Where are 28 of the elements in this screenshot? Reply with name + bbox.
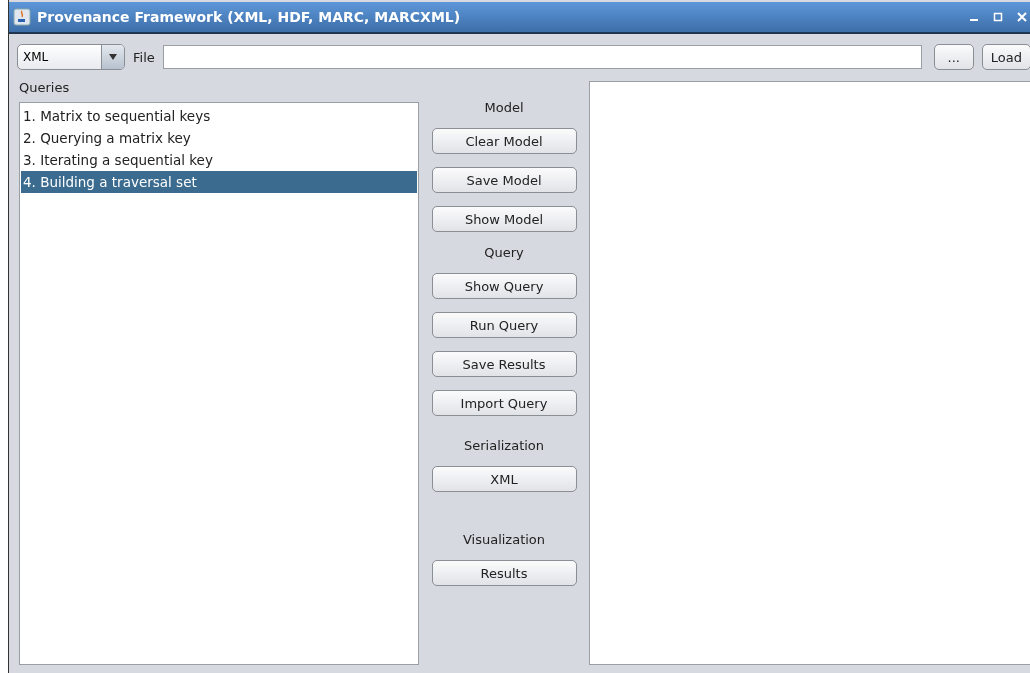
action-button[interactable]: Save Results [431, 351, 577, 377]
query-item[interactable]: 1. Matrix to sequential keys [21, 105, 417, 127]
file-field[interactable] [162, 45, 922, 69]
window-title: Provenance Framework (XML, HDF, MARC, MARCXML) [37, 9, 462, 25]
query-item[interactable]: 2. Querying a matrix key [21, 127, 417, 149]
action-button[interactable]: Show Query [431, 273, 577, 299]
maximize-icon[interactable] [993, 12, 1003, 22]
section-heading: Query [484, 245, 524, 260]
action-button[interactable]: Save Model [431, 167, 577, 193]
action-button[interactable]: Run Query [431, 312, 577, 338]
section-heading: Model [484, 100, 524, 115]
section-heading: Serialization [463, 438, 545, 453]
action-button[interactable]: XML [431, 466, 577, 492]
queries-label: Queries [19, 80, 71, 95]
caret-icon [109, 54, 117, 60]
file-label: File [133, 49, 155, 65]
load-button[interactable]: Load [981, 44, 1030, 70]
app-icon [13, 8, 31, 26]
action-button[interactable]: Import Query [431, 390, 577, 416]
action-button[interactable]: Show Model [431, 206, 577, 232]
action-button[interactable]: Results [431, 560, 577, 586]
action-button[interactable]: Clear Model [431, 128, 577, 154]
query-item[interactable]: 3. Iterating a sequential key [21, 149, 417, 171]
browse-button[interactable]: ... [933, 44, 974, 70]
section-heading: Visualization [462, 532, 546, 547]
close-icon[interactable] [1017, 12, 1027, 22]
query-item[interactable]: 4. Building a traversal set [21, 171, 417, 193]
format-dropdown[interactable]: XML [17, 44, 125, 70]
